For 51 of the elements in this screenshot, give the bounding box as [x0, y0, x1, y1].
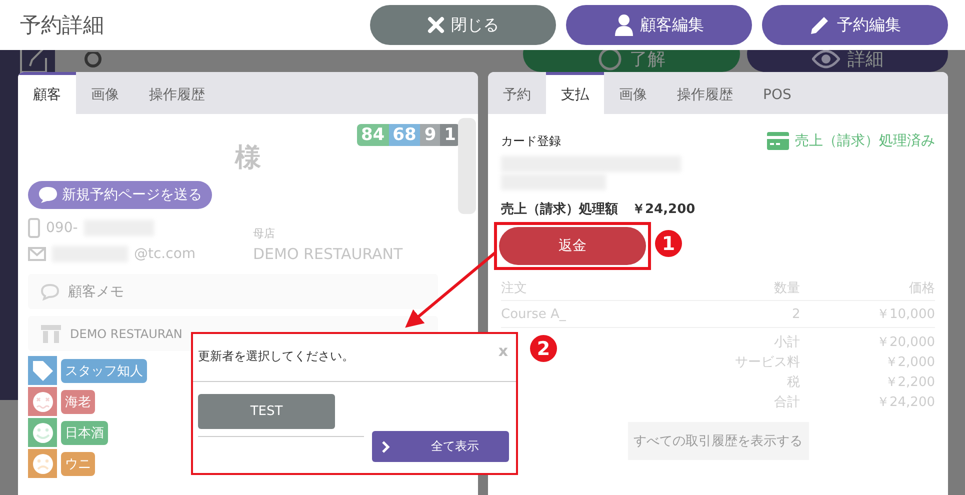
memo-label: 顧客メモ — [68, 282, 124, 300]
count-badge: 84 — [356, 124, 389, 146]
scrollbar[interactable] — [458, 118, 476, 214]
staff-button[interactable]: TEST — [198, 394, 335, 429]
customer-button[interactable]: 顧客編集 — [566, 5, 752, 45]
tab[interactable]: 操作履歴 — [662, 72, 748, 114]
comment-icon — [40, 282, 60, 300]
card-label: カード登録 — [501, 132, 561, 150]
honorific: 様 — [234, 142, 262, 175]
memo-box[interactable]: 顧客メモ — [28, 274, 438, 309]
page-title: 予約詳細 — [20, 12, 105, 39]
tag-label: ウニ — [61, 452, 95, 476]
count-badge: 68 — [388, 124, 420, 146]
pencil-icon — [809, 14, 831, 36]
tab[interactable]: 予約 — [488, 72, 546, 114]
store-icon — [40, 324, 62, 344]
close-button[interactable]: 閉じる — [370, 5, 556, 45]
mail-icon — [28, 247, 46, 261]
tab[interactable]: 画像 — [604, 72, 662, 114]
amount-value: ￥24,200 — [632, 201, 696, 218]
show-all-button[interactable]: 全て表示 — [372, 431, 509, 462]
ok-button[interactable]: 了解 — [523, 50, 740, 72]
tag-label: 日本酒 — [61, 420, 108, 444]
credit-card-icon — [767, 132, 789, 150]
email-address: @tc.com — [134, 246, 196, 262]
eye-icon — [812, 50, 840, 69]
send-button[interactable]: 新規予約ページを送る — [28, 181, 212, 209]
status-text: 売上（請求）処理済み — [795, 132, 935, 150]
field-label: 母店 — [253, 226, 276, 241]
amount-label: 売上（請求）処理額 — [501, 200, 618, 218]
tab[interactable]: POS — [748, 72, 806, 114]
count-badge: 9 — [420, 124, 440, 146]
tab[interactable]: 支払 — [546, 72, 604, 114]
tag-label: スタッフ知人 — [61, 358, 147, 382]
tab[interactable]: 顧客 — [18, 72, 76, 114]
tab[interactable]: 画像 — [76, 72, 134, 114]
tab[interactable]: 操作履歴 — [134, 72, 220, 114]
refund-button[interactable]: 返金 — [499, 227, 646, 265]
tag-label: 海老 — [61, 390, 95, 414]
speech-bubble-icon — [38, 186, 58, 204]
edit-button[interactable]: 予約編集 — [762, 5, 948, 45]
phone-number: 090- — [46, 220, 78, 236]
history-button[interactable]: すべての取引履歴を表示する — [628, 422, 808, 460]
home-store: DEMO RESTAURANT — [253, 244, 404, 265]
count-badge: 1 — [440, 124, 460, 146]
chevron-icon — [382, 440, 390, 452]
phone-icon — [28, 218, 40, 238]
close-icon — [427, 16, 445, 34]
detail-button[interactable]: 詳細 — [747, 50, 948, 72]
person-icon — [614, 14, 634, 36]
store-name: DEMO RESTAURAN — [70, 326, 182, 340]
